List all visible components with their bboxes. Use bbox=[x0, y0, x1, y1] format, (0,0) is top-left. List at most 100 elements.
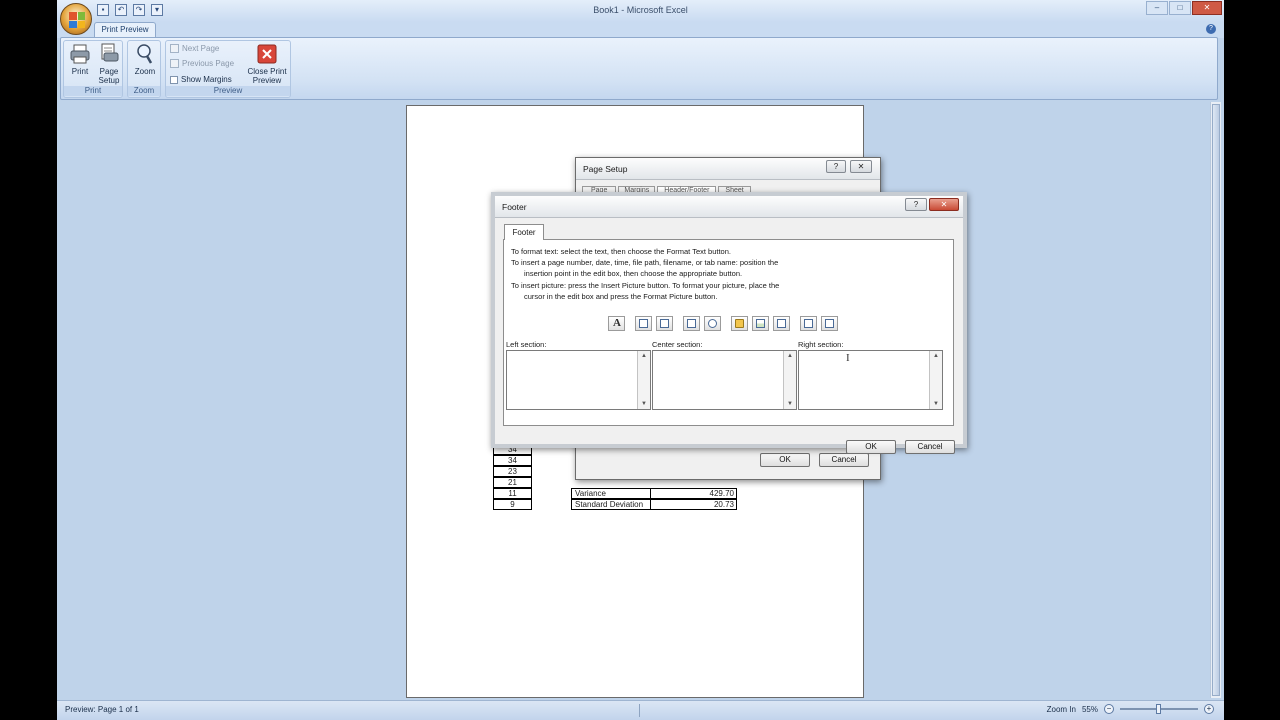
page-setup-cancel-button[interactable]: Cancel bbox=[819, 453, 869, 467]
clock-icon bbox=[708, 319, 717, 328]
instruction-line: To insert picture: press the Insert Pict… bbox=[511, 280, 780, 290]
insert-page-number-button[interactable] bbox=[635, 316, 652, 331]
footer-help-button[interactable]: ? bbox=[905, 198, 927, 211]
instruction-line: To format text: select the text, then ch… bbox=[511, 247, 731, 256]
right-section-scrollbar[interactable]: ▲ ▼ bbox=[929, 351, 942, 409]
zoom-group: Zoom Zoom bbox=[127, 40, 161, 98]
zoom-in-icon[interactable]: + bbox=[1204, 704, 1214, 714]
vertical-scrollbar[interactable] bbox=[1210, 102, 1221, 698]
footer-instructions: To format text: select the text, then ch… bbox=[511, 246, 779, 302]
center-section-label: Center section: bbox=[652, 340, 703, 349]
magnifier-icon bbox=[137, 44, 153, 64]
next-page-button[interactable]: Next Page bbox=[170, 44, 219, 53]
scroll-down-icon[interactable]: ▼ bbox=[641, 401, 647, 407]
footer-dialog: Footer ? ✕ Footer To format text: select… bbox=[491, 192, 967, 454]
scroll-up-icon[interactable]: ▲ bbox=[933, 353, 939, 359]
scroll-up-icon[interactable]: ▲ bbox=[641, 353, 647, 359]
text-cursor-icon: I bbox=[846, 352, 850, 364]
page-setup-ok-button[interactable]: OK bbox=[760, 453, 810, 467]
window-controls: – □ ✕ bbox=[1146, 1, 1222, 15]
zoom-slider[interactable] bbox=[1120, 704, 1198, 714]
scrollbar-thumb[interactable] bbox=[1212, 104, 1220, 696]
scroll-up-icon[interactable]: ▲ bbox=[787, 353, 793, 359]
ribbon: Print Page Setup Print Zoom Zoom Next Pa… bbox=[60, 37, 1218, 100]
page-setup-help-button[interactable]: ? bbox=[826, 160, 846, 173]
footer-cancel-button[interactable]: Cancel bbox=[905, 440, 955, 454]
right-section-label: Right section: bbox=[798, 340, 844, 349]
show-margins-check-icon bbox=[170, 75, 178, 84]
print-button-label: Print bbox=[71, 67, 89, 76]
footer-panel: To format text: select the text, then ch… bbox=[503, 239, 954, 426]
page-setup-label-1: Page bbox=[99, 67, 119, 76]
file-name-icon bbox=[756, 319, 765, 328]
table-cell: 21 bbox=[493, 477, 532, 488]
excel-window: ▪ ↶ ↷ ▾ Book1 - Microsoft Excel – □ ✕ Pr… bbox=[57, 0, 1224, 720]
left-section-input[interactable]: ▲ ▼ bbox=[506, 350, 651, 410]
instruction-line: insertion point in the edit box, then ch… bbox=[524, 269, 743, 279]
format-text-button[interactable]: A bbox=[608, 316, 625, 331]
insert-file-name-button[interactable] bbox=[752, 316, 769, 331]
center-section-scrollbar[interactable]: ▲ ▼ bbox=[783, 351, 796, 409]
format-picture-icon bbox=[825, 319, 834, 328]
tab-footer[interactable]: Footer bbox=[504, 224, 544, 240]
footer-toolbar: A bbox=[608, 316, 842, 331]
picture-icon bbox=[804, 319, 813, 328]
right-section-input[interactable]: ▲ ▼ bbox=[798, 350, 943, 410]
insert-file-path-button[interactable] bbox=[731, 316, 748, 331]
zoom-group-label: Zoom bbox=[128, 86, 160, 96]
table-cell: 34 bbox=[493, 455, 532, 466]
zoom-button-label: Zoom bbox=[134, 67, 156, 76]
center-section-input[interactable]: ▲ ▼ bbox=[652, 350, 797, 410]
scroll-down-icon[interactable]: ▼ bbox=[787, 401, 793, 407]
page-setup-close-button[interactable]: ✕ bbox=[850, 160, 872, 173]
left-section-scrollbar[interactable]: ▲ ▼ bbox=[637, 351, 650, 409]
close-preview-label-1: Close Print bbox=[247, 67, 287, 76]
minimize-button[interactable]: – bbox=[1146, 1, 1168, 15]
insert-number-of-pages-button[interactable] bbox=[656, 316, 673, 331]
instruction-line: cursor in the edit box and press the For… bbox=[524, 291, 718, 301]
table-cell: 23 bbox=[493, 466, 532, 477]
zoom-out-icon[interactable]: − bbox=[1104, 704, 1114, 714]
show-margins-checkbox[interactable]: Show Margins bbox=[170, 75, 232, 84]
format-picture-button[interactable] bbox=[821, 316, 838, 331]
insert-sheet-name-button[interactable] bbox=[773, 316, 790, 331]
instruction-line: To insert a page number, date, time, fil… bbox=[511, 258, 779, 268]
print-group: Print Page Setup Print bbox=[63, 40, 123, 98]
office-logo-icon bbox=[69, 12, 85, 28]
insert-time-button[interactable] bbox=[704, 316, 721, 331]
table-cell: 11 bbox=[493, 488, 532, 499]
zoom-level[interactable]: 55% bbox=[1082, 705, 1098, 714]
footer-ok-button[interactable]: OK bbox=[846, 440, 896, 454]
maximize-button[interactable]: □ bbox=[1169, 1, 1191, 15]
number-of-pages-icon bbox=[660, 319, 669, 328]
table-cell: 9 bbox=[493, 499, 532, 510]
title-bar: ▪ ↶ ↷ ▾ Book1 - Microsoft Excel – □ ✕ bbox=[57, 0, 1224, 22]
zoom-button[interactable]: Zoom bbox=[132, 43, 158, 76]
print-button[interactable]: Print bbox=[68, 43, 92, 76]
zoom-slider-thumb[interactable] bbox=[1156, 704, 1161, 714]
tab-print-preview[interactable]: Print Preview bbox=[94, 22, 156, 38]
page-setup-title: Page Setup bbox=[583, 164, 628, 174]
help-icon[interactable]: ? bbox=[1206, 24, 1216, 34]
footer-close-button[interactable]: ✕ bbox=[929, 198, 959, 211]
insert-date-button[interactable] bbox=[683, 316, 700, 331]
sheet-name-icon bbox=[777, 319, 786, 328]
page-setup-titlebar: Page Setup ? ✕ bbox=[576, 158, 880, 180]
page-number-icon bbox=[639, 319, 648, 328]
status-divider bbox=[639, 704, 640, 717]
insert-picture-button[interactable] bbox=[800, 316, 817, 331]
zoom-in-label[interactable]: Zoom In bbox=[1047, 705, 1076, 714]
office-button[interactable] bbox=[60, 3, 92, 35]
page-setup-label-2: Setup bbox=[98, 76, 120, 85]
close-print-preview-button[interactable]: Close Print Preview bbox=[245, 43, 289, 85]
status-text: Preview: Page 1 of 1 bbox=[65, 705, 139, 714]
ribbon-tab-row bbox=[57, 22, 1224, 38]
left-section-label: Left section: bbox=[506, 340, 547, 349]
previous-page-button[interactable]: Previous Page bbox=[170, 59, 234, 68]
page-setup-button[interactable]: Page Setup bbox=[96, 43, 122, 85]
close-window-button[interactable]: ✕ bbox=[1192, 1, 1222, 15]
scroll-down-icon[interactable]: ▼ bbox=[933, 401, 939, 407]
printer-icon bbox=[70, 44, 90, 64]
window-title: Book1 - Microsoft Excel bbox=[593, 5, 688, 15]
footer-title: Footer bbox=[502, 202, 527, 212]
